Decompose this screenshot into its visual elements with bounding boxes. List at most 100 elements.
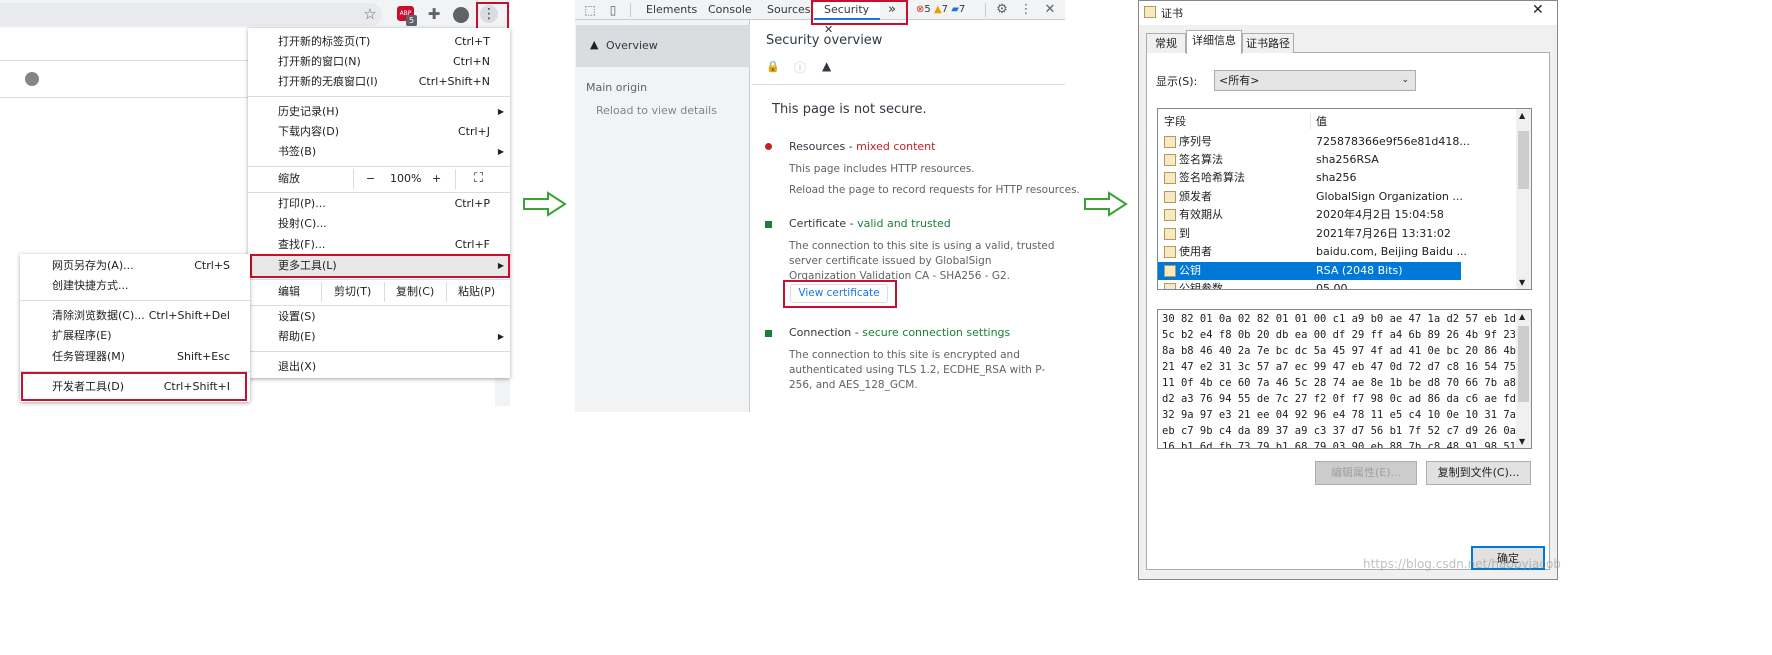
certificate-heading: Certificate - valid and trusted [789, 217, 951, 230]
submenu-item-clear-data[interactable]: 清除浏览数据(C)... Ctrl+Shift+Del [20, 306, 250, 326]
menu-item-settings[interactable]: 设置(S) [248, 307, 510, 327]
menu-item-new-window[interactable]: 打开新的窗口(N) Ctrl+N [248, 52, 510, 72]
scrollbar[interactable]: ▲ ▼ [1516, 109, 1531, 289]
puzzle-extensions-icon[interactable]: ✚ [424, 4, 444, 24]
paste-button[interactable]: 粘贴(P) [458, 282, 495, 302]
lock-icon: 🔒 [766, 60, 780, 73]
submenu-item-save-page[interactable]: 网页另存为(A)... Ctrl+S [20, 256, 250, 276]
address-bar[interactable] [0, 3, 382, 26]
gear-icon[interactable]: ⚙ [992, 0, 1012, 20]
menu-divider [248, 305, 510, 306]
close-devtools-icon[interactable]: ✕ [1040, 0, 1060, 20]
zoom-out-button[interactable]: − [366, 169, 375, 189]
menu-item-history[interactable]: 历史记录(H) ▶ [248, 102, 510, 122]
table-row[interactable]: 使用者 baidu.com, Beijing Baidu ... [1158, 243, 1531, 261]
tab-cert-path[interactable]: 证书路径 [1242, 33, 1294, 53]
table-row[interactable]: 到 2021年7月26日 13:31:02 [1158, 225, 1531, 243]
status-dot-green [765, 330, 772, 337]
certificate-icon [1144, 6, 1156, 18]
menu-item-bookmarks[interactable]: 书签(B) ▶ [248, 142, 510, 162]
edit-properties-button[interactable]: 编辑属性(E)... [1315, 461, 1417, 485]
profile-avatar-icon[interactable] [453, 7, 469, 23]
menu-item-cast[interactable]: 投射(C)... [248, 214, 510, 234]
resources-heading: Resources - mixed content [789, 140, 936, 153]
tab-general[interactable]: 常规 [1146, 33, 1186, 53]
show-select[interactable]: <所有> ⌄ [1214, 70, 1416, 91]
menu-item-find[interactable]: 查找(F)... Ctrl+F [248, 235, 510, 255]
chevron-up-icon[interactable]: ▲ [1519, 111, 1525, 120]
resources-line-2: Reload the page to record requests for H… [789, 184, 1080, 196]
table-row[interactable]: 签名算法 sha256RSA [1158, 151, 1531, 169]
chevron-down-icon: ⌄ [1401, 75, 1409, 85]
extension-badge: 5 [406, 15, 417, 26]
inspect-element-icon[interactable]: ⬚ [580, 0, 600, 20]
dialog-title: 证书 [1161, 7, 1183, 20]
submenu-item-extensions[interactable]: 扩展程序(E) [20, 326, 250, 346]
menu-divider [248, 192, 510, 193]
scrollbar-thumb[interactable] [1518, 131, 1529, 189]
menu-item-exit[interactable]: 退出(X) [248, 357, 510, 377]
field-icon [1164, 172, 1176, 184]
chevron-up-icon[interactable]: ▲ [1519, 312, 1525, 321]
fullscreen-icon[interactable]: ⛶ [474, 169, 483, 189]
submenu-item-task-manager[interactable]: 任务管理器(M) Shift+Esc [20, 347, 250, 367]
chevron-down-icon[interactable]: ▼ [1519, 278, 1525, 287]
close-icon[interactable]: ✕ [1532, 2, 1544, 18]
tab-sources[interactable]: Sources [767, 0, 811, 20]
menu-item-help[interactable]: 帮助(E) ▶ [248, 327, 510, 347]
menu-item-edit: 编辑 剪切(T) 复制(C) 粘贴(P) [248, 282, 510, 302]
scrollbar[interactable]: ▲ ▼ [1516, 310, 1531, 448]
connection-description: The connection to this site is encrypted… [789, 349, 1046, 391]
menu-divider [20, 300, 250, 301]
device-toolbar-icon[interactable]: ▯ [603, 0, 623, 20]
sidebar-reload-hint[interactable]: Reload to view details [596, 104, 717, 117]
menu-divider [248, 166, 510, 167]
chrome-main-menu: 打开新的标签页(T) Ctrl+T 打开新的窗口(N) Ctrl+N 打开新的无痕窗… [248, 28, 510, 378]
show-label: 显示(S): [1156, 75, 1198, 88]
submenu-item-create-shortcut[interactable]: 创建快捷方式... [20, 276, 250, 296]
connection-heading: Connection - secure connection settings [789, 326, 1011, 339]
info-icon: ⓘ [794, 61, 807, 75]
menu-item-incognito[interactable]: 打开新的无痕窗口(I) Ctrl+Shift+N [248, 72, 510, 92]
highlight-devtools [21, 372, 247, 401]
tab-elements[interactable]: Elements [646, 0, 697, 20]
menu-item-zoom: 缩放 − 100% + ⛶ [248, 169, 510, 189]
scrollbar-thumb[interactable] [1518, 326, 1529, 402]
star-icon[interactable]: ☆ [360, 4, 380, 24]
field-icon [1164, 246, 1176, 258]
sidebar-item-overview[interactable]: ▲ Overview [576, 25, 750, 67]
kebab-menu-icon[interactable]: ⋮ [1016, 0, 1036, 20]
watermark-text: https://blog.csdn.net/happyjacob [1363, 557, 1561, 571]
table-row[interactable]: 公钥参数 05 00 [1158, 280, 1531, 289]
copy-button[interactable]: 复制(C) [396, 282, 434, 302]
chevron-right-icon: ▶ [497, 107, 504, 116]
arrow-right-icon [523, 191, 567, 217]
menu-item-downloads[interactable]: 下载内容(D) Ctrl+J [248, 122, 510, 142]
highlight-more-tools [250, 254, 510, 278]
highlight-menu-button [476, 2, 509, 30]
more-tabs-icon[interactable]: » [888, 0, 896, 20]
chevron-right-icon: ▶ [497, 332, 504, 341]
warning-icon: ▲ [933, 4, 942, 15]
table-row[interactable]: 颁发者 GlobalSign Organization ... [1158, 188, 1531, 206]
issues-counter[interactable]: ⊗5 ▲7 ▰7 [916, 0, 965, 20]
fields-list[interactable]: 字段 值 序列号 725878366e9f56e81d418... 签名算法 sha… [1157, 108, 1532, 290]
copy-to-file-button[interactable]: 复制到文件(C)... [1426, 461, 1531, 485]
field-icon [1164, 191, 1176, 203]
table-row[interactable]: 有效期从 2020年4月2日 15:04:58 [1158, 206, 1531, 224]
cut-button[interactable]: 剪切(T) [334, 282, 371, 302]
resources-line-1: This page includes HTTP resources. [789, 163, 975, 175]
arrow-right-icon [1084, 191, 1128, 217]
tab-details[interactable]: 详细信息 [1186, 30, 1242, 54]
security-summary: This page is not secure. [772, 102, 927, 117]
tab-console[interactable]: Console [708, 0, 752, 20]
chevron-down-icon[interactable]: ▼ [1519, 437, 1525, 446]
table-row[interactable]: 签名哈希算法 sha256 [1158, 169, 1531, 187]
table-row[interactable]: 序列号 725878366e9f56e81d418... [1158, 133, 1531, 151]
table-row-selected[interactable]: 公钥 RSA (2048 Bits) [1158, 262, 1461, 280]
hex-value-box[interactable]: 30 82 01 0a 02 82 01 01 00 c1 a9 b0 ae 4… [1157, 309, 1532, 449]
menu-item-new-tab[interactable]: 打开新的标签页(T) Ctrl+T [248, 32, 510, 52]
menu-item-print[interactable]: 打印(P)... Ctrl+P [248, 194, 510, 214]
message-icon: ▰ [951, 4, 959, 15]
zoom-in-button[interactable]: + [432, 169, 441, 189]
